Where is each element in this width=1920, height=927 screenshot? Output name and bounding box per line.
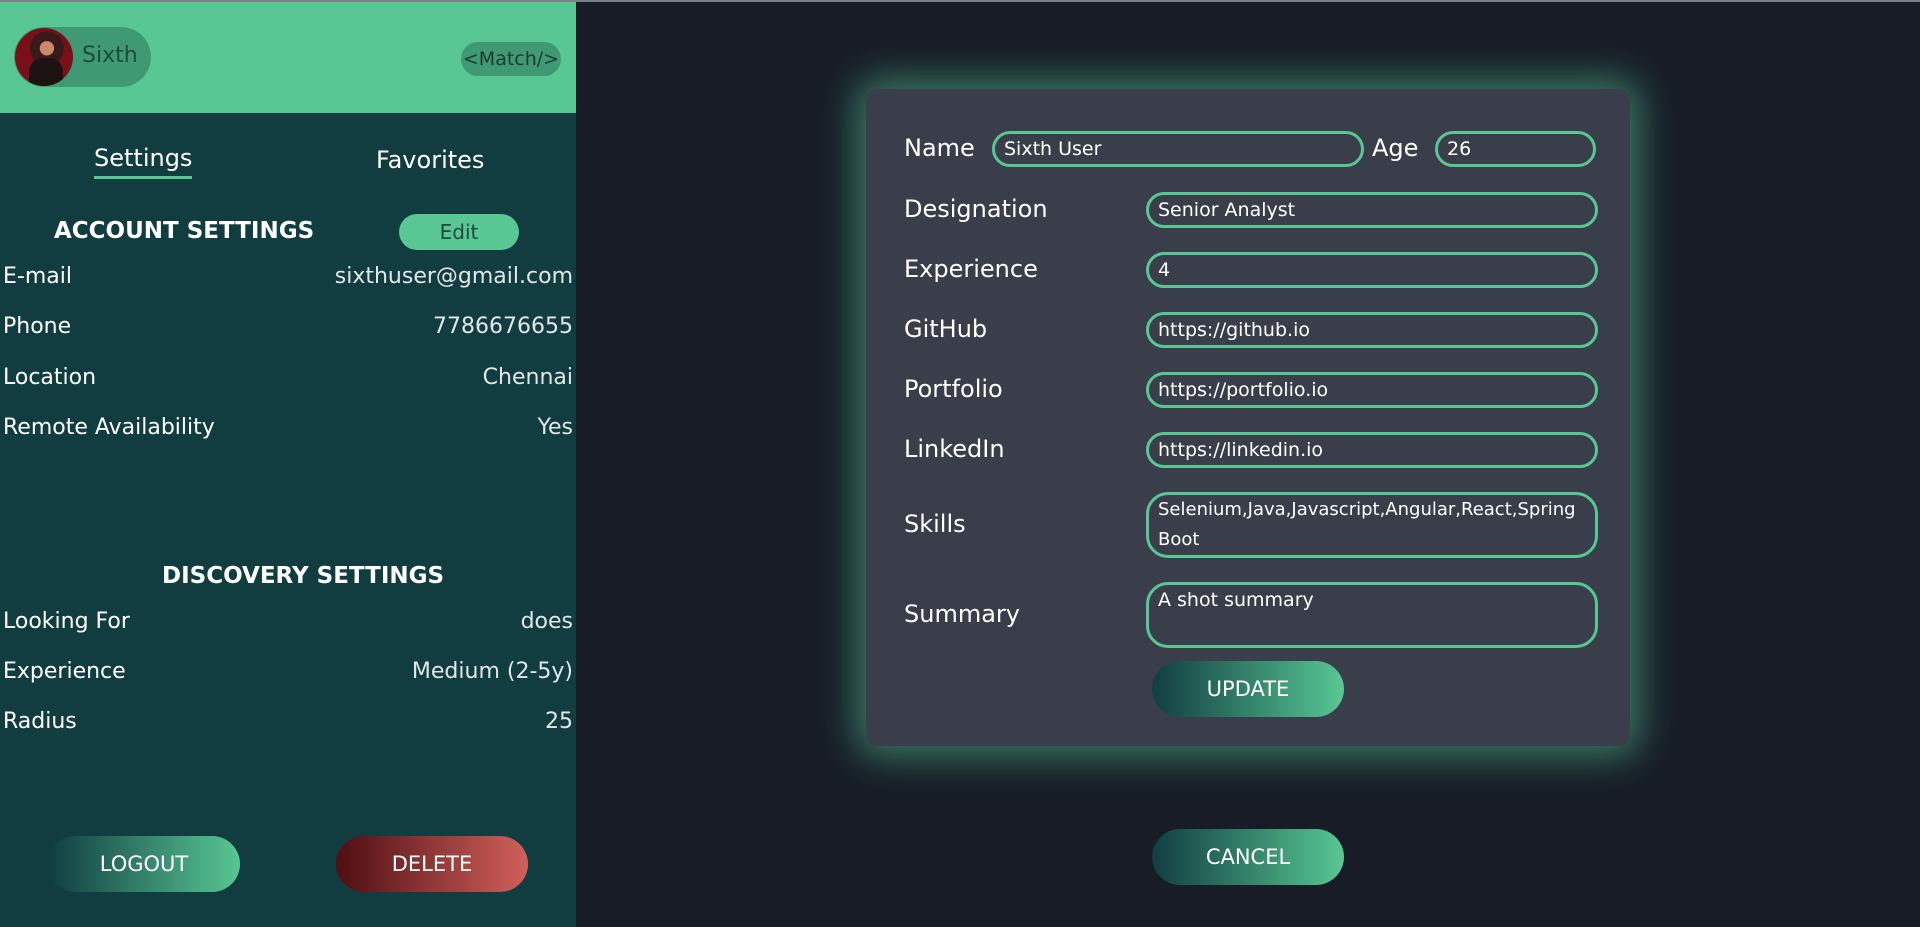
row-label: Looking For xyxy=(3,609,130,634)
row-value: sixthuser@gmail.com xyxy=(334,264,573,289)
edit-button[interactable]: Edit xyxy=(399,214,519,250)
account-row-email: E-mail sixthuser@gmail.com xyxy=(3,264,573,294)
name-label: Name xyxy=(904,134,975,162)
discovery-row-experience: Experience Medium (2-5y) xyxy=(3,659,573,689)
age-field[interactable]: 26 xyxy=(1435,131,1596,167)
account-row-remote: Remote Availability Yes xyxy=(3,415,573,445)
row-value: does xyxy=(520,609,573,634)
sidebar-header: Sixth <Match/> xyxy=(0,2,576,113)
account-row-location: Location Chennai xyxy=(3,365,573,395)
skills-label: Skills xyxy=(904,510,966,538)
linkedin-field[interactable]: https://linkedin.io xyxy=(1146,432,1598,468)
row-label: E-mail xyxy=(3,264,72,289)
row-value: Medium (2-5y) xyxy=(411,659,573,684)
row-label: Experience xyxy=(3,659,126,684)
user-name: Sixth xyxy=(82,43,138,68)
experience-field[interactable]: 4 xyxy=(1146,252,1598,288)
sidebar: Sixth <Match/> Settings Favorites ACCOUN… xyxy=(0,2,576,927)
portfolio-field[interactable]: https://portfolio.io xyxy=(1146,372,1598,408)
tab-settings[interactable]: Settings xyxy=(94,144,193,179)
linkedin-label: LinkedIn xyxy=(904,435,1005,463)
row-value: Chennai xyxy=(482,365,573,390)
delete-button[interactable]: DELETE xyxy=(336,836,528,892)
row-value: Yes xyxy=(537,415,573,440)
experience-label: Experience xyxy=(904,255,1038,283)
account-row-phone: Phone 7786676655 xyxy=(3,314,573,344)
account-settings-title: ACCOUNT SETTINGS xyxy=(54,218,315,244)
portfolio-label: Portfolio xyxy=(904,375,1003,403)
row-value: 7786676655 xyxy=(433,314,573,339)
row-label: Remote Availability xyxy=(3,415,215,440)
tab-favorites[interactable]: Favorites xyxy=(376,146,484,174)
discovery-row-radius: Radius 25 xyxy=(3,709,573,739)
match-button[interactable]: <Match/> xyxy=(461,42,561,76)
age-label: Age xyxy=(1372,134,1419,162)
designation-field[interactable]: Senior Analyst xyxy=(1146,192,1598,228)
row-label: Location xyxy=(3,365,97,390)
github-field[interactable]: https://github.io xyxy=(1146,312,1598,348)
row-label: Radius xyxy=(3,709,77,734)
cancel-button[interactable]: CANCEL xyxy=(1152,829,1344,885)
designation-label: Designation xyxy=(904,195,1048,223)
summary-field[interactable]: A shot summary xyxy=(1146,582,1598,648)
skills-field[interactable]: Selenium,Java,Javascript,Angular,React,S… xyxy=(1146,492,1598,558)
update-button[interactable]: UPDATE xyxy=(1152,661,1344,717)
logout-button[interactable]: LOGOUT xyxy=(48,836,240,892)
row-value: 25 xyxy=(545,709,573,734)
user-profile-chip[interactable]: Sixth xyxy=(14,27,151,87)
summary-label: Summary xyxy=(904,600,1020,628)
discovery-settings-title: DISCOVERY SETTINGS xyxy=(162,563,445,589)
row-label: Phone xyxy=(3,314,72,339)
github-label: GitHub xyxy=(904,315,988,343)
discovery-row-looking-for: Looking For does xyxy=(3,609,573,639)
avatar xyxy=(15,28,73,86)
name-field[interactable]: Sixth User xyxy=(992,131,1364,167)
